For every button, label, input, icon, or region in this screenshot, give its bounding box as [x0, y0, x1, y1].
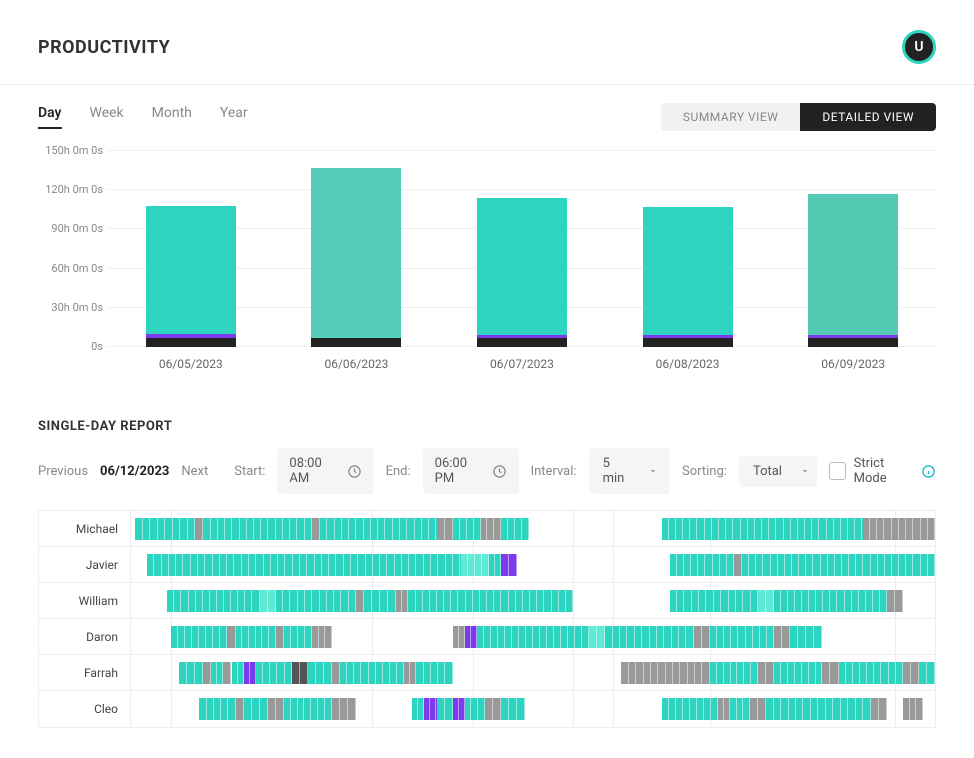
bar-06/09/2023[interactable]	[808, 151, 898, 347]
x-axis-label: 06/08/2023	[643, 357, 733, 371]
summary-view-button[interactable]: SUMMARY VIEW	[661, 103, 800, 131]
y-axis-label: 0s	[33, 340, 103, 353]
x-axis-label: 06/07/2023	[477, 357, 567, 371]
person-name: Daron	[39, 619, 131, 654]
table-row: Michael	[39, 511, 935, 547]
y-axis-label: 60h 0m 0s	[33, 262, 103, 275]
productivity-bar-chart: 0s30h 0m 0s60h 0m 0s90h 0m 0s120h 0m 0s1…	[108, 151, 936, 381]
previous-link[interactable]: Previous	[38, 464, 88, 479]
bar-06/06/2023[interactable]	[311, 151, 401, 347]
tab-month[interactable]: Month	[152, 105, 192, 129]
sorting-value: Total	[753, 464, 782, 479]
timeline-track[interactable]	[131, 511, 935, 546]
start-label: Start:	[234, 464, 265, 479]
tab-week[interactable]: Week	[90, 105, 124, 129]
end-time-input[interactable]: 06:00 PM	[423, 448, 519, 494]
chevron-down-icon	[800, 466, 810, 476]
clock-icon	[347, 464, 362, 479]
sorting-label: Sorting:	[682, 464, 727, 479]
bar-06/08/2023[interactable]	[643, 151, 733, 347]
timeline-track[interactable]	[131, 691, 935, 727]
timeline-track[interactable]	[131, 547, 935, 582]
start-time-value: 08:00 AM	[289, 456, 338, 486]
timeline-track[interactable]	[131, 655, 935, 690]
tab-day[interactable]: Day	[38, 105, 62, 129]
interval-value: 5 min	[603, 456, 630, 486]
strict-mode-label: Strict Mode	[854, 456, 913, 486]
chevron-down-icon	[648, 466, 658, 476]
x-axis-label: 06/09/2023	[808, 357, 898, 371]
strict-mode-checkbox[interactable]	[829, 462, 845, 480]
page-title: PRODUCTIVITY	[38, 37, 170, 58]
table-row: William	[39, 583, 935, 619]
person-name: William	[39, 583, 131, 618]
y-axis-label: 120h 0m 0s	[33, 183, 103, 196]
date-value[interactable]: 06/12/2023	[100, 464, 169, 479]
x-axis-label: 06/05/2023	[146, 357, 236, 371]
timeline-table: MichaelJavierWilliamDaronFarrahCleo	[38, 510, 936, 728]
detailed-view-button[interactable]: DETAILED VIEW	[800, 103, 936, 131]
person-name: Michael	[39, 511, 131, 546]
table-row: Javier	[39, 547, 935, 583]
timeline-track[interactable]	[131, 619, 935, 654]
interval-select[interactable]: 5 min	[589, 448, 670, 494]
x-axis-label: 06/06/2023	[311, 357, 401, 371]
start-time-input[interactable]: 08:00 AM	[277, 448, 373, 494]
clock-icon	[492, 464, 507, 479]
next-link[interactable]: Next	[181, 464, 208, 479]
person-name: Farrah	[39, 655, 131, 690]
person-name: Cleo	[39, 691, 131, 727]
y-axis-label: 90h 0m 0s	[33, 222, 103, 235]
person-name: Javier	[39, 547, 131, 582]
avatar[interactable]: U	[902, 30, 936, 64]
table-row: Cleo	[39, 691, 935, 727]
sorting-select[interactable]: Total	[739, 456, 817, 487]
timeline-track[interactable]	[131, 583, 935, 618]
bar-06/05/2023[interactable]	[146, 151, 236, 347]
y-axis-label: 30h 0m 0s	[33, 301, 103, 314]
interval-label: Interval:	[531, 464, 577, 479]
end-time-value: 06:00 PM	[435, 456, 484, 486]
table-row: Farrah	[39, 655, 935, 691]
y-axis-label: 150h 0m 0s	[33, 144, 103, 157]
end-label: End:	[386, 464, 411, 479]
tab-year[interactable]: Year	[220, 105, 248, 129]
single-day-title: SINGLE-DAY REPORT	[0, 381, 974, 448]
info-icon[interactable]	[921, 464, 936, 479]
table-row: Daron	[39, 619, 935, 655]
bar-06/07/2023[interactable]	[477, 151, 567, 347]
